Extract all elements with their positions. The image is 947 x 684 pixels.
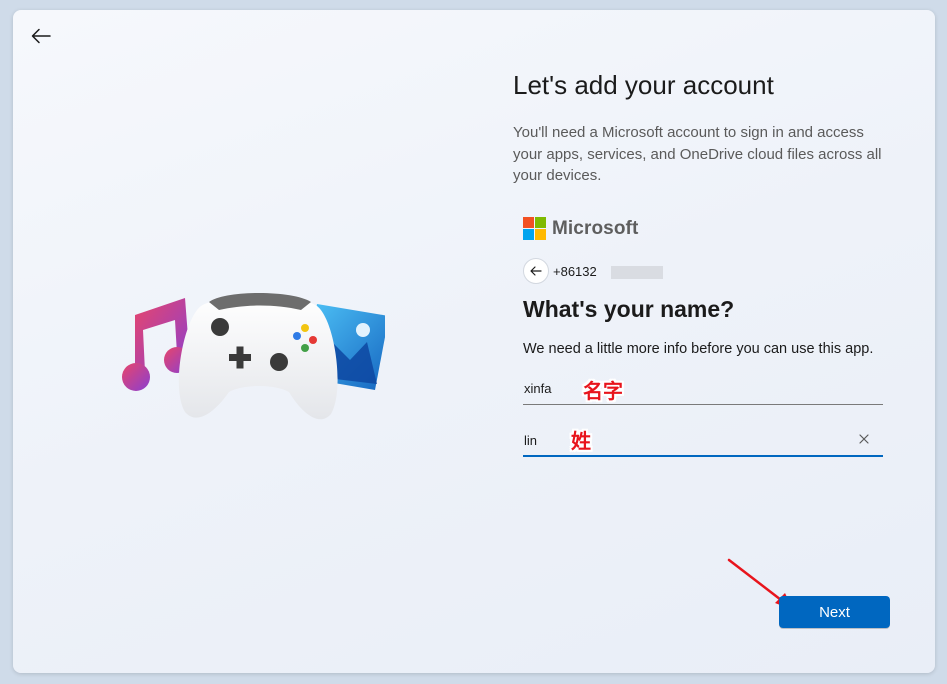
first-name-annotation: 名字	[583, 379, 623, 403]
last-name-value: lin	[524, 433, 538, 448]
setup-window: Let's add your account You'll need a Mic…	[13, 10, 935, 673]
apps-illustration	[122, 293, 385, 420]
arrow-left-icon	[31, 28, 51, 44]
phone-number: +8613246	[553, 264, 663, 279]
page-title: Let's add your account	[513, 70, 774, 100]
arrow-left-icon	[530, 266, 542, 276]
close-icon	[859, 434, 869, 444]
microsoft-logo-icon	[523, 217, 546, 240]
account-identity: +8613246	[523, 258, 663, 284]
next-button[interactable]: Next	[779, 596, 890, 628]
first-name-value: xinfa	[524, 381, 552, 396]
microsoft-logo: Microsoft	[523, 217, 638, 240]
phone-redaction	[611, 265, 663, 279]
first-name-field[interactable]: xinfa 名字	[523, 372, 883, 405]
microsoft-brand-text: Microsoft	[552, 217, 639, 239]
page-description: You'll need a Microsoft account to sign …	[513, 124, 882, 184]
identity-back-button[interactable]	[523, 258, 549, 284]
name-heading: What's your name?	[523, 296, 735, 322]
back-button[interactable]	[27, 24, 55, 48]
clear-button[interactable]	[857, 432, 871, 446]
name-info-text: We need a little more info before you ca…	[523, 341, 874, 357]
last-name-field[interactable]: lin 姓	[523, 424, 883, 457]
game-controller-icon	[178, 293, 338, 420]
last-name-annotation: 姓	[571, 429, 591, 453]
phone-prefix: +86132	[553, 263, 597, 279]
